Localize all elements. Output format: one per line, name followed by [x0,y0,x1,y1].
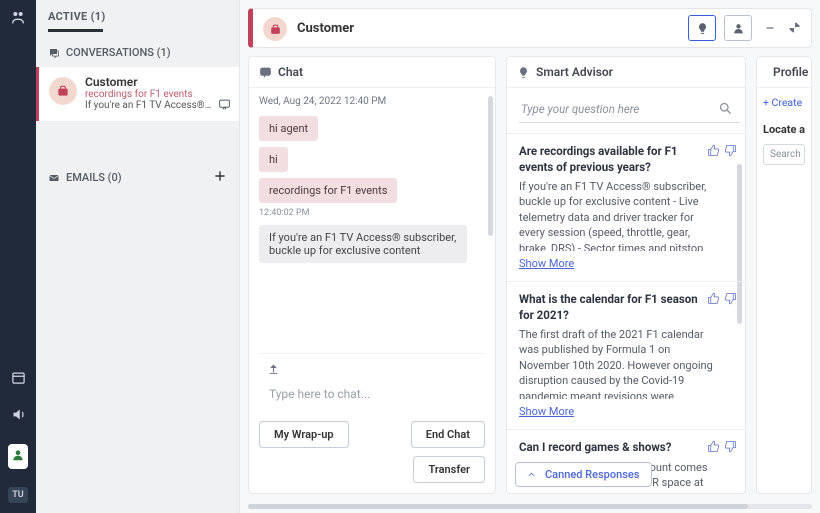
section-conversations[interactable]: CONVERSATIONS (1) [36,38,239,67]
profile-title: Profile [773,65,808,79]
msg-in: hi [259,147,288,172]
header-title: Customer [297,21,678,36]
thumbs-up-icon[interactable] [707,142,720,161]
search-icon[interactable] [718,101,733,120]
advisor-panel-head: Smart Advisor [507,57,745,88]
calendar-icon[interactable] [11,370,26,389]
profile-search-input[interactable]: Search [763,144,805,165]
wrapup-button[interactable]: My Wrap-up [259,421,349,448]
side-panel: ACTIVE (1) CONVERSATIONS (1) Customer re… [36,0,240,513]
profile-panel: Profile + Create Locate a Search [756,56,812,494]
thumbs-up-icon[interactable] [707,438,720,457]
chat-input[interactable] [259,381,485,411]
customer-avatar-icon [49,77,77,105]
show-more-link[interactable]: Show More [519,405,574,418]
section-conversations-label: CONVERSATIONS (1) [66,46,171,59]
advisor-question: Can I record games & shows? [519,440,715,456]
canned-responses-button[interactable]: Canned Responses [515,462,652,487]
conversation-name: Customer [85,75,229,89]
advisor-answer: If you're an F1 TV Access® subscriber, b… [519,179,715,251]
side-tab-underline [48,29,103,32]
advisor-title: Smart Advisor [536,65,613,79]
chat-bubble-icon [259,66,272,79]
advisor-card[interactable]: Are recordings available for F1 events o… [507,134,745,282]
conversation-card[interactable]: Customer recordings for F1 events If you… [36,67,239,121]
chat-panel: Chat Wed, Aug 24, 2022 12:40 PM hi agent… [248,56,496,494]
advisor-answer: The first draft of the 2021 F1 calendar … [519,327,715,399]
thumbs-down-icon[interactable] [724,290,737,309]
advisor-question: What is the calendar for F1 season for 2… [519,292,715,323]
section-emails[interactable]: EMAILS (0) [36,161,239,194]
thumbs-up-icon[interactable] [707,290,720,309]
locate-label: Locate a [763,123,805,136]
chat-icon [218,96,231,115]
conversation-preview: If you're an F1 TV Access®… [85,100,229,111]
msg-out: If you're an F1 TV Access® subscriber, b… [259,225,467,263]
advisor-card[interactable]: What is the calendar for F1 season for 2… [507,282,745,430]
canned-responses-label: Canned Responses [545,468,639,481]
endchat-button[interactable]: End Chat [411,421,485,448]
horizontal-scrollbar[interactable] [248,502,812,509]
chat-panel-head: Chat [249,57,495,88]
thumbs-down-icon[interactable] [724,438,737,457]
chat-date: Wed, Aug 24, 2022 12:40 PM [259,96,485,107]
minimize-button[interactable] [760,19,780,38]
chat-footer: My Wrap-up End Chat Transfer [249,411,495,493]
transfer-button[interactable]: Transfer [413,456,485,483]
attach-icon[interactable] [267,360,280,379]
msg-time: 12:40:02 PM [259,208,485,218]
add-email-button[interactable] [213,169,227,186]
advisor-question: Are recordings available for F1 events o… [519,144,715,175]
omni-icon[interactable] [10,10,26,30]
speaker-icon[interactable] [11,407,26,426]
profile-button[interactable] [724,15,752,41]
thumbs-down-icon[interactable] [724,142,737,161]
create-link[interactable]: + Create [763,96,805,109]
main-area: Customer Chat [240,0,820,513]
show-more-link[interactable]: Show More [519,257,574,270]
advisor-search-input[interactable] [519,98,740,123]
conversation-header: Customer [248,8,812,48]
hint-button[interactable] [688,15,716,41]
collapse-button[interactable] [788,19,801,38]
nav-rail: TU [0,0,36,513]
user-badge[interactable]: TU [8,487,27,503]
compose-area [259,353,485,411]
profile-panel-head: Profile [757,57,811,88]
advisor-panel: Smart Advisor Are recordings available f… [506,56,746,494]
chat-title: Chat [278,65,303,79]
header-avatar-icon [263,17,287,41]
chat-scrollbar[interactable] [488,96,493,236]
msg-in: recordings for F1 events [259,178,397,203]
side-tab-active[interactable]: ACTIVE (1) [36,0,239,23]
agent-icon[interactable] [8,444,28,469]
section-emails-label: EMAILS (0) [66,171,122,184]
bulb-icon [517,66,530,79]
msg-in: hi agent [259,116,318,141]
conversation-subject: recordings for F1 events [85,89,229,100]
